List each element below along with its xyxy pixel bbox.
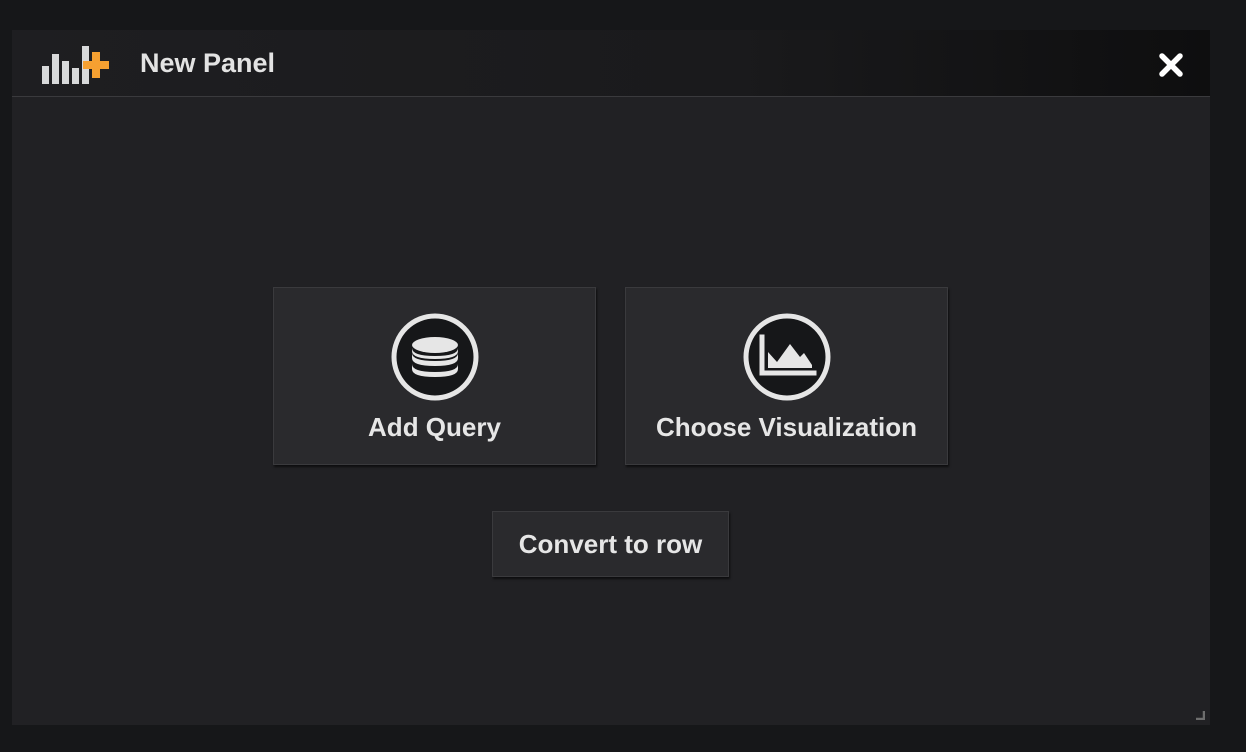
add-panel-icon <box>42 46 109 84</box>
choose-visualization-button[interactable]: Choose Visualization <box>625 287 948 465</box>
area-chart-icon <box>743 313 830 401</box>
close-icon[interactable] <box>1156 50 1186 80</box>
database-icon <box>391 313 478 401</box>
panel-header: New Panel <box>12 30 1210 97</box>
panel-title: New Panel <box>140 48 276 78</box>
add-query-button[interactable]: Add Query <box>273 287 596 465</box>
choose-visualization-label: Choose Visualization <box>655 412 917 442</box>
convert-to-row-button[interactable]: Convert to row <box>492 511 729 577</box>
add-query-label: Add Query <box>368 412 501 442</box>
resize-handle-icon[interactable] <box>1195 710 1205 720</box>
new-panel: New Panel Add Query Choose Visualization… <box>12 30 1210 725</box>
